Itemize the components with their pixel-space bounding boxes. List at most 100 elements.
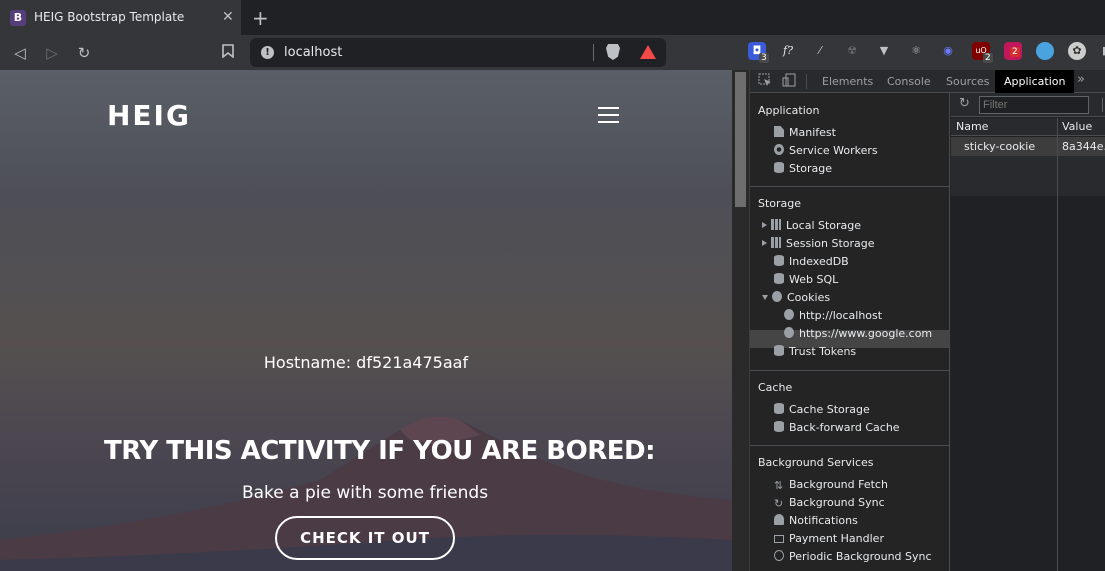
tab-close-icon[interactable]: ✕: [222, 9, 234, 25]
sidebar-item-payment-handler[interactable]: Payment Handler: [774, 532, 884, 545]
database-icon: [774, 421, 784, 432]
sidebar-item-background-sync[interactable]: ↻ Background Sync: [774, 496, 885, 510]
sidebar-item-indexeddb[interactable]: IndexedDB: [774, 255, 849, 268]
refresh-icon[interactable]: ↻: [959, 96, 970, 111]
section-divider: [750, 186, 950, 187]
sidebar-item-label: IndexedDB: [789, 255, 849, 268]
tab-application[interactable]: Application: [995, 70, 1075, 93]
database-icon: [774, 273, 784, 284]
table-icon: [771, 237, 781, 248]
sidebar-item-background-fetch[interactable]: ⇅ Background Fetch: [774, 478, 888, 492]
cookie-name-cell[interactable]: sticky-cookie: [964, 140, 1035, 153]
sidebar-item-local-storage[interactable]: Local Storage: [762, 219, 861, 232]
sidebar-item-notifications[interactable]: Notifications: [774, 514, 858, 527]
devtools-tab-bar: Elements Console Sources Application »: [750, 70, 1105, 93]
web-extension-icon[interactable]: ✿: [1068, 42, 1086, 60]
sidebar-item-trust-tokens[interactable]: Trust Tokens: [774, 345, 856, 358]
web-page: HEIG Hostname: df521a475aaf TRY THIS ACT…: [0, 70, 732, 571]
browser-tab[interactable]: B HEIG Bootstrap Template ✕: [0, 0, 241, 35]
forward-icon[interactable]: ▷: [42, 43, 62, 63]
up-down-arrows-icon: ⇅: [774, 479, 784, 492]
url-text[interactable]: localhost: [284, 45, 342, 60]
brand-logo[interactable]: HEIG: [107, 99, 191, 132]
sidebar-item-label: Storage: [789, 162, 833, 175]
credit-card-icon: [774, 535, 784, 543]
cookie-icon: [784, 309, 794, 320]
cookie-icon: [784, 327, 794, 338]
brave-rewards-icon[interactable]: [640, 45, 656, 59]
sidebar-item-service-workers[interactable]: Service Workers: [774, 144, 878, 157]
puzzle-extension-icon[interactable]: ▮: [1096, 42, 1105, 60]
inspect-element-icon[interactable]: [758, 73, 772, 90]
sidebar-item-label: Cache Storage: [789, 403, 870, 416]
more-tabs-icon[interactable]: »: [1077, 72, 1085, 87]
site-info-icon[interactable]: !: [261, 46, 274, 59]
sidebar-item-storage[interactable]: Storage: [774, 162, 832, 175]
database-icon: [774, 403, 784, 414]
tab-sources[interactable]: Sources: [946, 75, 990, 88]
bookmark-icon[interactable]: [218, 43, 238, 63]
sidebar-item-label: Back-forward Cache: [789, 421, 900, 434]
sidebar-item-label: Background Fetch: [789, 478, 888, 491]
eyedropper-extension-icon[interactable]: ⁄: [811, 42, 829, 60]
sidebar-item-label: Manifest: [789, 126, 836, 139]
application-section-header: Application: [758, 104, 820, 117]
vue-extension-icon[interactable]: ▼: [875, 42, 893, 60]
device-toggle-icon[interactable]: [782, 73, 796, 90]
devtools-panel: Elements Console Sources Application » A…: [749, 70, 1105, 571]
table-empty-row: [951, 156, 1105, 196]
sidebar-item-label: Trust Tokens: [789, 345, 857, 358]
sidebar-item-web-sql[interactable]: Web SQL: [774, 273, 838, 286]
formula-extension-icon[interactable]: f?: [779, 42, 797, 60]
page-scrollbar[interactable]: [732, 70, 749, 571]
sidebar-item-label: Notifications: [789, 514, 858, 527]
sidebar-item-cache-storage[interactable]: Cache Storage: [774, 403, 870, 416]
sidebar-item-periodic-background-sync[interactable]: Periodic Background Sync: [774, 550, 932, 563]
tab-console[interactable]: Console: [887, 75, 931, 88]
radiation-extension-icon[interactable]: ☢: [843, 42, 861, 60]
sidebar-item-back-forward-cache[interactable]: Back-forward Cache: [774, 421, 900, 434]
ublock-badge: 2: [983, 53, 993, 63]
new-tab-button[interactable]: +: [252, 6, 269, 30]
collapse-arrow-icon[interactable]: [762, 295, 768, 300]
database-icon: [774, 255, 784, 266]
cookie-origin-google[interactable]: https://www.google.com: [784, 327, 932, 340]
scrollbar-thumb[interactable]: [735, 72, 746, 207]
toolbar-divider: [806, 74, 807, 89]
database-icon: [774, 162, 784, 173]
tab-elements[interactable]: Elements: [822, 75, 873, 88]
cookie-origin-localhost[interactable]: http://localhost: [784, 309, 882, 322]
omnibox-divider: [593, 44, 594, 61]
globe-extension-icon[interactable]: [1036, 42, 1054, 60]
expand-arrow-icon[interactable]: [762, 222, 767, 228]
bell-icon: [774, 514, 784, 525]
address-bar[interactable]: ! localhost: [250, 38, 666, 67]
table-row[interactable]: sticky-cookie 8a344e...: [951, 137, 1105, 156]
check-it-out-button[interactable]: CHECK IT OUT: [275, 516, 455, 560]
sidebar-item-label: http://localhost: [799, 309, 883, 322]
storage-section-header: Storage: [758, 197, 802, 210]
brave-shields-icon[interactable]: [606, 44, 620, 60]
sidebar-item-cookies[interactable]: Cookies: [762, 291, 830, 304]
table-header: Name Value: [951, 118, 1105, 136]
sidebar-item-session-storage[interactable]: Session Storage: [762, 237, 875, 250]
hamburger-menu-icon[interactable]: [598, 107, 619, 125]
column-header-value[interactable]: Value: [1062, 120, 1092, 133]
table-icon: [771, 219, 781, 230]
back-icon[interactable]: ◁: [10, 43, 30, 63]
filter-input[interactable]: [979, 96, 1089, 114]
sidebar-item-label: https://www.google.com: [799, 327, 933, 340]
cache-section-header: Cache: [758, 381, 793, 394]
background-services-header: Background Services: [758, 456, 874, 469]
reload-icon[interactable]: ↻: [74, 43, 94, 63]
expand-arrow-icon[interactable]: [762, 240, 767, 246]
sidebar-item-label: Session Storage: [786, 237, 875, 250]
cookie-value-cell[interactable]: 8a344e...: [1062, 140, 1105, 153]
clock-icon: [774, 550, 784, 561]
react-extension-icon[interactable]: ⚛: [907, 42, 925, 60]
sync-icon: ↻: [774, 497, 784, 510]
sidebar-item-manifest[interactable]: Manifest: [774, 126, 836, 139]
cookies-table-panel: ↻ Name Value sticky-cookie 8a344e...: [951, 93, 1105, 571]
column-header-name[interactable]: Name: [956, 120, 988, 133]
circle-extension-icon[interactable]: ◉: [939, 42, 957, 60]
